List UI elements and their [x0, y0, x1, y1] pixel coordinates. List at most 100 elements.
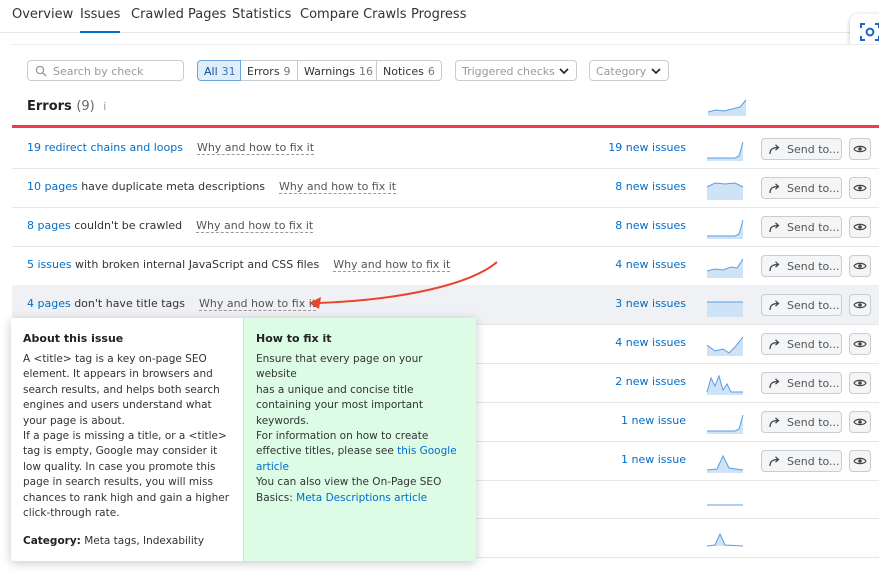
- issue-link[interactable]: 10 pages: [27, 180, 78, 193]
- fix-line: You can also view the On-Page SEO: [256, 476, 442, 489]
- tab-crawled-pages[interactable]: Crawled Pages: [131, 7, 226, 22]
- filter-warnings-label: Warnings: [304, 65, 355, 78]
- category-dropdown[interactable]: Category: [589, 60, 669, 81]
- new-issues-link[interactable]: 3 new issues: [566, 297, 686, 310]
- send-to-label: Send to...: [787, 338, 840, 351]
- view-button[interactable]: [849, 450, 871, 472]
- triggered-checks-label: Triggered checks: [462, 65, 555, 78]
- view-button[interactable]: [849, 333, 871, 355]
- eye-icon: [853, 184, 867, 192]
- send-to-button[interactable]: Send to...: [761, 294, 842, 316]
- category-label: Category: [596, 65, 647, 78]
- errors-severity-line: [12, 125, 879, 128]
- filter-notices[interactable]: Notices 6: [376, 60, 442, 81]
- view-button[interactable]: [849, 411, 871, 433]
- trend-sparkline: [706, 454, 744, 473]
- new-issues-link[interactable]: 2 new issues: [566, 375, 686, 388]
- errors-title: Errors: [27, 99, 72, 114]
- new-issues-link[interactable]: 1 new issue: [566, 453, 686, 466]
- send-to-label: Send to...: [787, 182, 840, 195]
- about-line: low quality. In case you promote this: [23, 460, 216, 473]
- new-issues-link[interactable]: 19 new issues: [566, 141, 686, 154]
- view-button[interactable]: [849, 294, 871, 316]
- eye-icon: [853, 340, 867, 348]
- share-arrow-icon: [769, 183, 780, 194]
- how-to-fix-panel: How to fix it Ensure that every page on …: [243, 318, 476, 561]
- fix-line: Ensure that every page on your website: [256, 353, 423, 381]
- meta-descriptions-article-link[interactable]: Meta Descriptions article: [296, 492, 427, 504]
- fix-line: For information on how to create: [256, 430, 429, 443]
- filter-errors[interactable]: Errors 9: [240, 60, 298, 81]
- issue-link[interactable]: 19 redirect chains and loops: [27, 141, 183, 154]
- google-article-link[interactable]: this Google: [397, 445, 457, 457]
- issue-link[interactable]: 5 issues: [27, 258, 71, 271]
- send-to-button[interactable]: Send to...: [761, 216, 842, 238]
- trend-sparkline: [707, 219, 744, 239]
- new-issues-link[interactable]: 1 new issue: [566, 414, 686, 427]
- about-line: page in search results, you will miss: [23, 476, 213, 489]
- issue-text: 8 pages couldn't be crawled Why and how t…: [27, 219, 314, 233]
- tab-bar: Overview Issues Crawled Pages Statistics…: [0, 0, 879, 33]
- about-line: your page is about.: [23, 414, 125, 427]
- send-to-button[interactable]: Send to...: [761, 411, 842, 433]
- search-input[interactable]: Search by check: [27, 60, 184, 81]
- send-to-button[interactable]: Send to...: [761, 333, 842, 355]
- send-to-button[interactable]: Send to...: [761, 255, 842, 277]
- issue-description: don't have title tags: [70, 297, 185, 310]
- filter-all-label: All: [204, 65, 218, 78]
- filter-all-count: 31: [221, 65, 236, 78]
- send-to-button[interactable]: Send to...: [761, 138, 842, 160]
- tab-statistics[interactable]: Statistics: [232, 7, 291, 22]
- info-icon[interactable]: i: [103, 100, 106, 113]
- eye-icon: [853, 262, 867, 270]
- about-line: chances to rank high and gain a higher: [23, 491, 230, 504]
- about-line: click-through rate.: [23, 507, 120, 520]
- share-arrow-icon: [769, 378, 780, 389]
- why-and-how-to-fix-link[interactable]: Why and how to fix it: [198, 297, 317, 311]
- tab-overview[interactable]: Overview: [12, 7, 73, 22]
- fix-line: effective titles, please see: [256, 445, 398, 458]
- eye-icon: [853, 379, 867, 387]
- issue-link[interactable]: 4 pages: [27, 297, 71, 310]
- why-and-how-to-fix-link[interactable]: Why and how to fix it: [196, 219, 314, 233]
- trend-sparkline: [706, 336, 744, 356]
- tab-progress[interactable]: Progress: [411, 7, 466, 22]
- issue-row: 10 pages have duplicate meta description…: [12, 168, 879, 208]
- send-to-button[interactable]: Send to...: [761, 450, 842, 472]
- tab-compare-crawls[interactable]: Compare Crawls: [300, 7, 407, 22]
- eye-icon: [853, 145, 867, 153]
- share-arrow-icon: [769, 339, 780, 350]
- send-to-button[interactable]: Send to...: [761, 177, 842, 199]
- new-issues-link[interactable]: 8 new issues: [566, 219, 686, 232]
- view-button[interactable]: [849, 372, 871, 394]
- chevron-down-icon: [651, 68, 661, 75]
- why-and-how-to-fix-link[interactable]: Why and how to fix it: [196, 141, 315, 155]
- why-and-how-to-fix-link[interactable]: Why and how to fix it: [333, 258, 451, 272]
- view-button[interactable]: [849, 255, 871, 277]
- send-to-label: Send to...: [787, 221, 840, 234]
- trend-sparkline: [706, 258, 744, 278]
- about-line: element. It appears in browsers and: [23, 368, 213, 381]
- view-button[interactable]: [849, 177, 871, 199]
- tab-issues[interactable]: Issues: [80, 7, 121, 33]
- new-issues-link[interactable]: 8 new issues: [566, 180, 686, 193]
- triggered-checks-dropdown[interactable]: Triggered checks: [455, 60, 577, 81]
- google-article-link-cont[interactable]: article: [256, 461, 289, 473]
- send-to-button[interactable]: Send to...: [761, 372, 842, 394]
- errors-count: (9): [76, 99, 95, 114]
- filter-all[interactable]: All 31: [197, 60, 241, 81]
- why-and-how-to-fix-link[interactable]: Why and how to fix it: [279, 180, 397, 194]
- share-arrow-icon: [769, 456, 780, 467]
- send-to-label: Send to...: [787, 377, 840, 390]
- view-button[interactable]: [849, 138, 871, 160]
- send-to-label: Send to...: [787, 416, 840, 429]
- issue-description: have duplicate meta descriptions: [77, 180, 266, 193]
- send-to-label: Send to...: [787, 299, 840, 312]
- share-arrow-icon: [769, 300, 780, 311]
- view-button[interactable]: [849, 216, 871, 238]
- issue-link[interactable]: 8 pages: [27, 219, 71, 232]
- issue-text: 19 redirect chains and loops Why and how …: [27, 141, 315, 155]
- filter-warnings[interactable]: Warnings 16: [297, 60, 377, 81]
- new-issues-link[interactable]: 4 new issues: [566, 258, 686, 271]
- new-issues-link[interactable]: 4 new issues: [566, 336, 686, 349]
